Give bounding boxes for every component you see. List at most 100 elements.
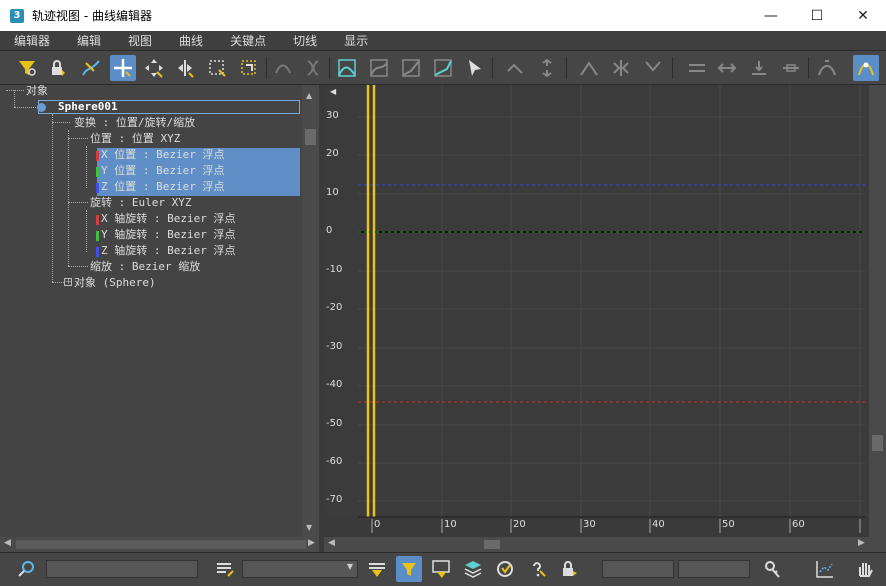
menu-edit[interactable]: 编辑 [63,31,114,51]
tree-node-objects[interactable]: 对象 [26,85,48,99]
y-axis-icon [96,231,99,241]
key-stats-icon[interactable] [760,556,786,582]
menu-keys[interactable]: 关键点 [216,31,279,51]
x-tick-label: 40 [652,519,665,530]
tree-node-x-position[interactable]: X 位置 : Bezier 浮点 [101,147,224,163]
lock-filter-icon[interactable] [556,556,582,582]
lock-tangents-icon[interactable] [640,55,666,81]
scroll-right-icon[interactable]: ▶ [858,538,865,548]
lock-selection-icon[interactable] [45,55,71,81]
curve-graph[interactable]: ◀ 30 20 10 0 -10 -20 -30 -40 -50 -60 -70… [324,85,869,537]
toolbar-separator [492,57,493,79]
slide-keys-icon[interactable] [141,55,167,81]
tree-horizontal-scrollbar[interactable]: ◀ ▶ [0,537,319,552]
tree-vscroll-thumb[interactable] [305,129,316,145]
selection-set-dropdown[interactable]: ▼ [242,560,358,578]
tree-node-x-rotation[interactable]: X 轴旋转 : Bezier 浮点 [101,211,235,227]
menu-editor[interactable]: 编辑器 [0,31,63,51]
draw-curves-icon[interactable] [78,55,104,81]
tree-node-scale[interactable]: 缩放 : Bezier 缩放 [90,259,200,275]
y-axis-icon [96,167,99,177]
scroll-left-icon[interactable]: ◀ [328,538,335,548]
y-tick-label: -20 [326,302,343,313]
name-field[interactable] [46,560,198,578]
y-tick-label: -50 [326,418,343,429]
edit-list-icon[interactable] [212,556,238,582]
tangent-fast-icon[interactable] [398,55,424,81]
curve-options-icon[interactable] [814,55,840,81]
normalize-curves-icon[interactable] [778,55,804,81]
y-tick-label: -10 [326,264,343,275]
tree-node-y-position[interactable]: Y 位置 : Bezier 浮点 [101,163,224,179]
unify-tangents-icon[interactable] [576,55,602,81]
scale-keys-time-icon[interactable] [172,55,198,81]
scroll-left-icon[interactable]: ◀ [4,538,11,548]
move-keys-icon[interactable] [110,55,136,81]
tree-node-z-position[interactable]: Z 位置 : Bezier 浮点 [101,179,224,195]
tree-node-sphere001[interactable]: Sphere001 [58,99,118,115]
menu-bar: 编辑器 编辑 视图 曲线 关键点 切线 显示 [0,31,886,51]
graph-vscroll-thumb[interactable] [872,435,883,451]
tangent-auto-icon[interactable] [334,55,360,81]
menu-tangents[interactable]: 切线 [279,31,330,51]
x-axis-icon [96,215,99,225]
add-keys-icon[interactable] [270,55,296,81]
tree-line [6,90,24,91]
zoom-extents-icon[interactable] [812,556,838,582]
region-keys-icon[interactable] [300,55,326,81]
tree-node-transform[interactable]: 变换 : 位置/旋转/缩放 [74,115,195,131]
filter-selected-icon[interactable] [364,556,390,582]
help-filter-icon[interactable] [524,556,550,582]
scale-values-icon[interactable] [236,55,262,81]
filters-icon[interactable] [14,55,40,81]
tree-line [52,282,64,283]
reduce-keys-icon[interactable] [746,55,772,81]
toolbar-separator [566,57,567,79]
x-tick-label: 30 [583,519,596,530]
layers-icon[interactable] [460,556,486,582]
app-icon: 3 [10,8,24,23]
scroll-down-icon[interactable]: ▼ [306,523,312,532]
break-tangents-icon[interactable] [502,55,528,81]
tree-hscroll-thumb[interactable] [16,540,306,549]
scale-keys-icon[interactable] [204,55,230,81]
sync-cursor-icon[interactable] [492,556,518,582]
window-title: 轨迹视图 - 曲线编辑器 [32,9,152,23]
close-button[interactable]: ✕ [840,0,886,31]
tree-line [52,114,53,282]
tangent-spline-icon[interactable] [366,55,392,81]
graph-horizontal-scrollbar[interactable]: ◀ ▶ [324,537,869,552]
select-cursor-icon[interactable] [462,55,488,81]
tree-node-rotation[interactable]: 旋转 : Euler XYZ [90,195,191,211]
graph-vertical-scrollbar[interactable] [869,85,886,537]
tree-node-y-rotation[interactable]: Y 轴旋转 : Bezier 浮点 [101,227,235,243]
frame-field[interactable] [602,560,674,578]
scroll-up-icon[interactable]: ▲ [306,91,312,100]
tree-line [14,90,15,107]
tangent-slow-icon[interactable] [430,55,456,81]
expand-icon[interactable]: + [64,278,72,286]
zoom-selected-icon[interactable] [14,556,40,582]
out-of-range-icon[interactable] [684,55,710,81]
menu-show[interactable]: 显示 [330,31,381,51]
tree-node-z-rotation[interactable]: Z 轴旋转 : Bezier 浮点 [101,243,235,259]
filter-animated-icon[interactable] [396,556,422,582]
scroll-right-icon[interactable]: ▶ [308,538,315,548]
ease-curve-icon[interactable] [714,55,740,81]
show-keys-icon[interactable] [853,55,879,81]
pan-hand-icon[interactable] [852,556,878,582]
expand-arrow-icon[interactable]: ◀ [330,87,336,96]
tree-vertical-scrollbar[interactable]: ▲ ▼ [302,85,319,537]
snap-frames-icon[interactable] [534,55,560,81]
tree-node-object-sphere[interactable]: 对象 (Sphere) [74,275,156,291]
y-tick-label: -30 [326,341,343,352]
graph-hscroll-thumb[interactable] [484,540,500,549]
filter-visible-icon[interactable] [428,556,454,582]
tree-node-position[interactable]: 位置 : 位置 XYZ [90,131,180,147]
menu-view[interactable]: 视图 [114,31,165,51]
maximize-button[interactable]: ☐ [794,0,840,31]
minimize-button[interactable]: — [748,0,794,31]
value-field[interactable] [678,560,750,578]
menu-curves[interactable]: 曲线 [165,31,216,51]
break-keys-icon[interactable] [608,55,634,81]
